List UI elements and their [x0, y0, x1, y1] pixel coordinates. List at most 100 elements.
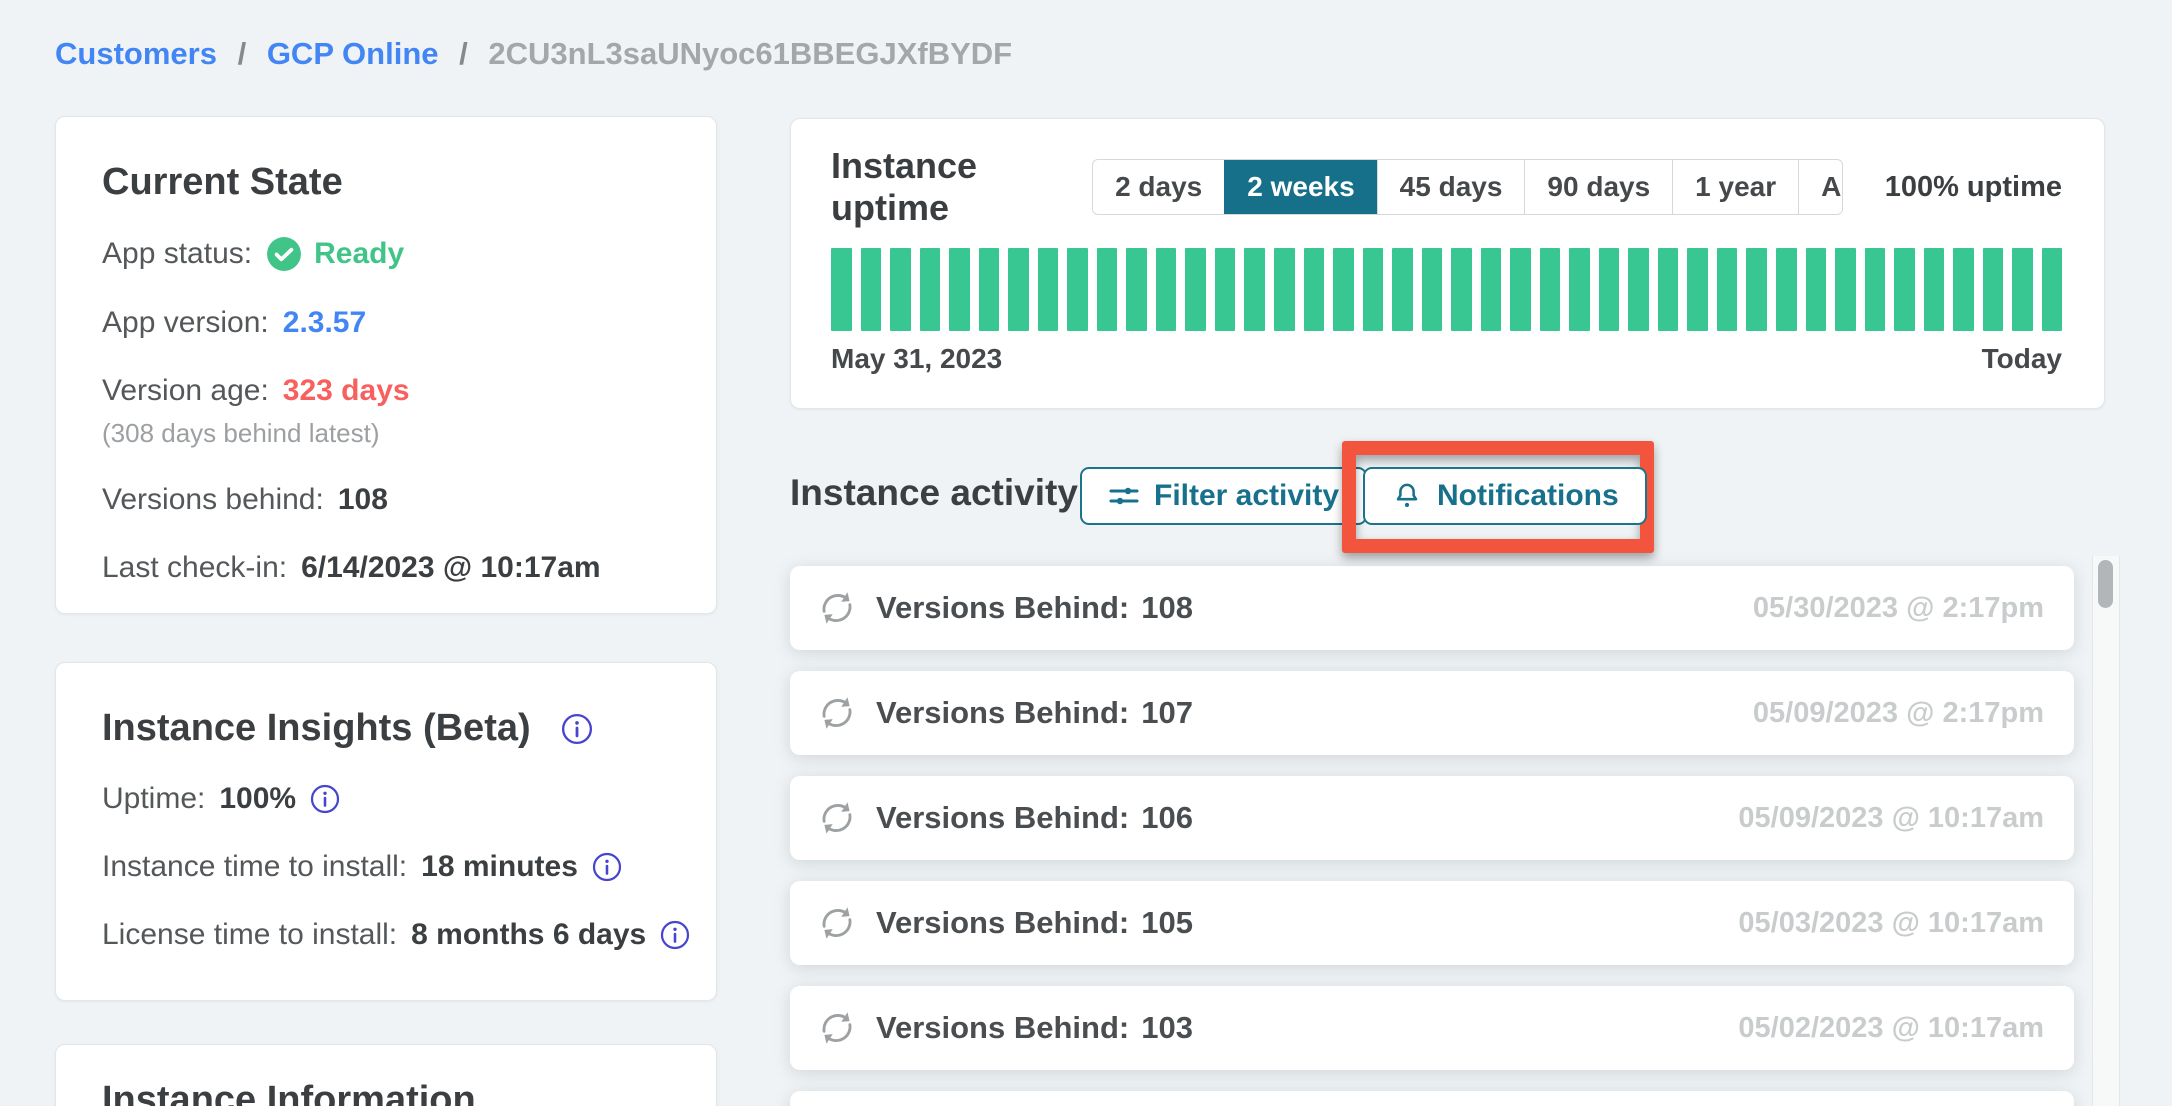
uptime-bar — [1215, 248, 1236, 331]
notifications-button[interactable]: Notifications — [1363, 467, 1647, 525]
activity-row-value: 103 — [1141, 1010, 1193, 1046]
activity-row: Versions Behind: 108 05/30/2023 @ 2:17pm — [790, 566, 2074, 650]
license-install-value: 8 months 6 days — [411, 918, 646, 952]
license-install-label: License time to install: — [102, 918, 397, 952]
uptime-bar — [1185, 248, 1206, 331]
uptime-bar — [1274, 248, 1295, 331]
instance-insights-title: Instance Insights (Beta) — [102, 707, 531, 750]
last-checkin-label: Last check-in: — [102, 551, 287, 585]
uptime-bar — [1658, 248, 1679, 331]
sync-icon — [816, 1007, 858, 1049]
uptime-title: Instance uptime — [831, 145, 1092, 229]
version-age-line: Version age: 323 days — [102, 374, 670, 408]
uptime-range-button[interactable]: All — [1798, 160, 1843, 214]
breadcrumb-customers-link[interactable]: Customers — [55, 36, 217, 71]
activity-row-label: Versions Behind: — [876, 905, 1129, 941]
instance-activity-title: Instance activity — [790, 472, 1078, 514]
uptime-summary: 100% uptime — [1885, 171, 2062, 204]
activity-row: Versions Behind: 106 05/09/2023 @ 10:17a… — [790, 776, 2074, 860]
uptime-bar — [1835, 248, 1856, 331]
sync-icon — [816, 587, 858, 629]
uptime-bar — [1540, 248, 1561, 331]
breadcrumb-customer-link[interactable]: GCP Online — [267, 36, 439, 71]
activity-row-value: 105 — [1141, 905, 1193, 941]
activity-row-label: Versions Behind: — [876, 695, 1129, 731]
uptime-bar — [2012, 248, 2033, 331]
notifications-label: Notifications — [1437, 479, 1619, 513]
app-version-label: App version: — [102, 306, 269, 340]
last-checkin-line: Last check-in: 6/14/2023 @ 10:17am — [102, 551, 670, 585]
uptime-bar — [1008, 248, 1029, 331]
uptime-bar — [1746, 248, 1767, 331]
instance-insights-card: Instance Insights (Beta) Uptime: 100% In… — [55, 662, 717, 1001]
uptime-label: Uptime: — [102, 782, 205, 816]
filter-activity-button[interactable]: Filter activity — [1080, 467, 1367, 525]
uptime-header: Instance uptime 2 days2 weeks45 days90 d… — [831, 155, 2062, 219]
activity-scrollbar-thumb[interactable] — [2098, 560, 2113, 608]
uptime-bars — [831, 248, 2062, 331]
version-age-label: Version age: — [102, 374, 269, 408]
activity-row: Versions Behind: 105 05/03/2023 @ 10:17a… — [790, 881, 2074, 965]
info-icon[interactable] — [310, 784, 340, 814]
uptime-start-label: May 31, 2023 — [831, 343, 1002, 375]
uptime-line: Uptime: 100% — [102, 782, 670, 816]
uptime-bar — [1422, 248, 1443, 331]
uptime-bar — [1481, 248, 1502, 331]
uptime-bar — [1363, 248, 1384, 331]
uptime-bar — [1806, 248, 1827, 331]
uptime-value: 100% — [219, 782, 296, 816]
uptime-bar — [1392, 248, 1413, 331]
uptime-bar — [1304, 248, 1325, 331]
uptime-bar — [920, 248, 941, 331]
uptime-range-button[interactable]: 1 year — [1672, 160, 1798, 214]
uptime-range-button[interactable]: 45 days — [1377, 160, 1525, 214]
uptime-bar — [1126, 248, 1147, 331]
uptime-bar — [1067, 248, 1088, 331]
app-version-line: App version: 2.3.57 — [102, 306, 670, 340]
activity-row-value: 107 — [1141, 695, 1193, 731]
uptime-bar — [1924, 248, 1945, 331]
uptime-bar — [1983, 248, 2004, 331]
activity-rows: Versions Behind: 108 05/30/2023 @ 2:17pm… — [790, 566, 2074, 1106]
check-circle-icon — [266, 236, 302, 272]
uptime-bar — [1894, 248, 1915, 331]
activity-row-timestamp: 05/30/2023 @ 2:17pm — [1753, 592, 2044, 625]
info-icon[interactable] — [592, 852, 622, 882]
uptime-bar — [1776, 248, 1797, 331]
activity-row-timestamp: 05/03/2023 @ 10:17am — [1738, 907, 2044, 940]
info-icon[interactable] — [561, 713, 593, 745]
uptime-range-group: 2 days2 weeks45 days90 days1 yearAll — [1092, 159, 1843, 215]
instance-uptime-card: Instance uptime 2 days2 weeks45 days90 d… — [790, 118, 2105, 409]
uptime-bar — [1865, 248, 1886, 331]
breadcrumb: Customers / GCP Online / 2CU3nL3saUNyoc6… — [55, 36, 1012, 72]
uptime-bar — [1156, 248, 1177, 331]
sync-icon — [816, 797, 858, 839]
uptime-bar — [1333, 248, 1354, 331]
instance-install-value: 18 minutes — [421, 850, 578, 884]
breadcrumb-separator: / — [238, 36, 247, 71]
uptime-range-button[interactable]: 90 days — [1524, 160, 1672, 214]
uptime-range-button[interactable]: 2 days — [1093, 160, 1224, 214]
activity-row-timestamp: 05/02/2023 @ 10:17am — [1738, 1012, 2044, 1045]
activity-row: Versions Behind: 107 05/09/2023 @ 2:17pm — [790, 671, 2074, 755]
uptime-bar — [949, 248, 970, 331]
uptime-bar — [1717, 248, 1738, 331]
uptime-bar — [1599, 248, 1620, 331]
sync-icon — [816, 692, 858, 734]
info-icon[interactable] — [660, 920, 690, 950]
version-age-note: (308 days behind latest) — [102, 418, 670, 449]
uptime-bar — [1628, 248, 1649, 331]
uptime-bar — [1097, 248, 1118, 331]
filter-sliders-icon — [1108, 480, 1140, 512]
uptime-bar — [1038, 248, 1059, 331]
bell-icon — [1391, 480, 1423, 512]
uptime-bar — [890, 248, 911, 331]
current-state-title: Current State — [102, 161, 670, 204]
uptime-bar — [861, 248, 882, 331]
activity-scrollbar-track[interactable] — [2092, 556, 2120, 1106]
uptime-bar — [1451, 248, 1472, 331]
instance-information-card: Instance Information — [55, 1044, 717, 1106]
versions-behind-line: Versions behind: 108 — [102, 483, 670, 517]
uptime-range-button[interactable]: 2 weeks — [1224, 160, 1376, 214]
app-status-line: App status: Ready — [102, 236, 670, 272]
